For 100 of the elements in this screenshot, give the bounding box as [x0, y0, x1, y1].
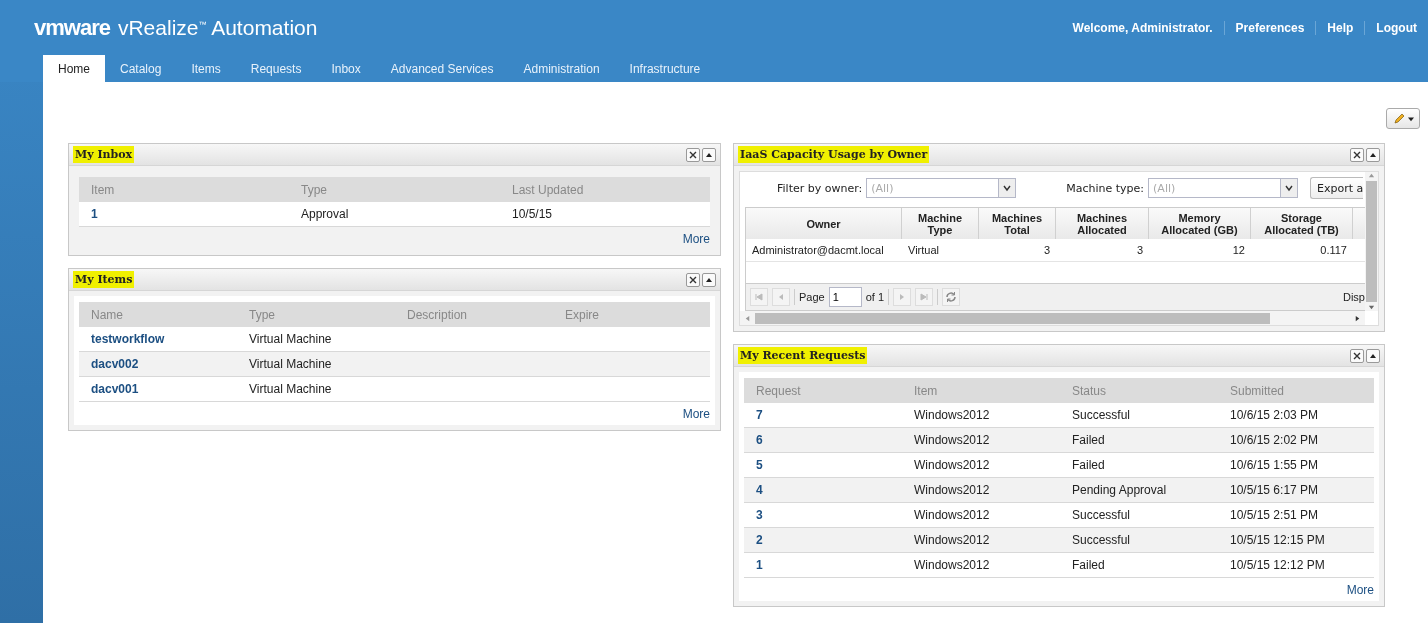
product-name: vRealize$^{™}$ Automation [117, 15, 318, 40]
table-cell-text: Windows2012 [913, 508, 991, 522]
nav-tab[interactable]: Requests [235, 55, 317, 82]
refresh-icon [945, 291, 958, 303]
edit-menu-button[interactable] [1386, 108, 1420, 129]
column-header: Owner [746, 208, 902, 239]
table-link[interactable]: 4 [744, 483, 902, 497]
table-cell-text: Windows2012 [913, 458, 991, 472]
table-cell-text: 10/6/15 2:03 PM [1229, 408, 1320, 422]
close-button[interactable] [1350, 348, 1364, 363]
table-link[interactable]: 3 [744, 508, 902, 522]
table-cell-text: 10/6/15 1:55 PM [1229, 458, 1320, 472]
column-header: Item [90, 182, 116, 197]
table-cell-text: 10/5/15 6:17 PM [1229, 483, 1320, 497]
column-header: Machines Total [979, 208, 1056, 239]
panel-title: My Recent Requests [738, 347, 868, 364]
table-link[interactable]: 1 [79, 207, 289, 221]
column-header: Machines Allocated [1056, 208, 1149, 239]
table-cell-text: Failed [1071, 558, 1106, 572]
close-button[interactable] [686, 272, 700, 287]
table-link[interactable]: 2 [744, 533, 902, 547]
column-header: Last Updated [511, 182, 585, 197]
field-label: Filter by owner: [777, 181, 863, 195]
table-cell-text: Failed [1071, 458, 1106, 472]
table-cell-text: Virtual Machine [248, 332, 333, 346]
triangle-up-icon [1368, 172, 1375, 179]
close-icon [1353, 351, 1361, 360]
first-page-icon [755, 293, 763, 301]
export-button[interactable]: Export a [1310, 177, 1364, 199]
table-link[interactable]: 1 [744, 558, 902, 572]
nav-tab[interactable]: Inbox [316, 55, 376, 82]
page-input[interactable]: 1 [828, 287, 862, 307]
column-header: Type [248, 307, 276, 322]
collapse-button[interactable] [1366, 348, 1380, 363]
close-icon [689, 150, 697, 159]
triangle-left-icon [744, 314, 751, 322]
nav-tab[interactable]: Infrastructure [614, 55, 716, 82]
close-button[interactable] [686, 147, 700, 162]
nav-tab[interactable]: Items [176, 55, 236, 82]
vertical-scrollbar[interactable] [1365, 172, 1378, 311]
close-icon [1353, 150, 1361, 159]
table-cell-text: 3 [1135, 244, 1144, 256]
column-header: Type [300, 182, 328, 197]
refresh-button[interactable] [942, 288, 961, 306]
triangle-left-icon [777, 293, 785, 301]
table-cell-text: Windows2012 [913, 558, 991, 572]
column-header: Storage Allocated (TB) [1251, 208, 1353, 239]
pencil-icon [1392, 112, 1405, 125]
more-link[interactable]: More [682, 232, 710, 246]
table-cell-text: 3 [1042, 244, 1051, 256]
last-page-icon [920, 293, 929, 301]
header-link[interactable]: Preferences [1223, 20, 1316, 35]
header-link[interactable]: Logout [1364, 20, 1428, 35]
horizontal-scrollbar[interactable] [740, 311, 1365, 325]
chevron-down-icon [1285, 184, 1294, 192]
column-header: Expire [564, 307, 600, 322]
table-link[interactable]: 5 [744, 458, 902, 472]
table-cell-text: 10/5/15 2:51 PM [1229, 508, 1320, 522]
table-cell-text: Windows2012 [913, 483, 991, 497]
table-cell-text: Successful [1071, 533, 1132, 547]
welcome-text: Welcome, Administrator. [1071, 20, 1214, 35]
table-cell-text: Windows2012 [913, 433, 991, 447]
column-header: Submitted [1229, 383, 1286, 398]
panel-title: IaaS Capacity Usage by Owner [738, 146, 930, 163]
table-cell-text: Windows2012 [913, 533, 991, 547]
table-cell-text: Virtual Machine [248, 382, 333, 396]
collapse-button[interactable] [702, 272, 716, 287]
triangle-down-icon [1368, 304, 1375, 311]
nav-tab[interactable]: Home [43, 55, 105, 82]
caret-icon [1407, 115, 1414, 122]
table-cell-text: Successful [1071, 508, 1132, 522]
table-link[interactable]: dacv002 [79, 357, 237, 371]
header-link[interactable]: Help [1315, 20, 1365, 35]
triangle-right-icon [1354, 314, 1361, 322]
table-cell-text: 10/5/15 12:15 PM [1229, 533, 1326, 547]
field-label: Machine type: [1066, 181, 1145, 195]
table-cell-text: Pending Approval [1071, 483, 1168, 497]
table-cell-text: Virtual Machine [248, 357, 333, 371]
table-cell-text: 10/5/15 [511, 207, 554, 221]
close-icon [689, 275, 697, 284]
more-link[interactable]: More [682, 407, 710, 421]
close-button[interactable] [1350, 147, 1364, 162]
more-link[interactable]: More [1346, 583, 1374, 597]
table-link[interactable]: 6 [744, 433, 902, 447]
column-header: Name [90, 307, 124, 322]
table-link[interactable]: 7 [744, 408, 902, 422]
table-cell-text: 10/6/15 2:02 PM [1229, 433, 1320, 447]
table-cell-text: Failed [1071, 433, 1106, 447]
panel-title: My Inbox [73, 146, 135, 163]
column-header: Memory Allocated (GB) [1149, 208, 1251, 239]
table-cell-text: Administrator@dacmt.local [751, 244, 885, 256]
table-cell-text: Approval [300, 207, 350, 221]
table-link[interactable]: testworkflow [79, 332, 237, 346]
column-header: Machine Type [902, 208, 979, 239]
column-header: Request [755, 383, 802, 398]
table-link[interactable]: dacv001 [79, 382, 237, 396]
page-label: Page [799, 291, 825, 303]
collapse-button[interactable] [1366, 147, 1380, 162]
table-cell-text: 10/5/15 12:12 PM [1229, 558, 1326, 572]
collapse-button[interactable] [702, 147, 716, 162]
